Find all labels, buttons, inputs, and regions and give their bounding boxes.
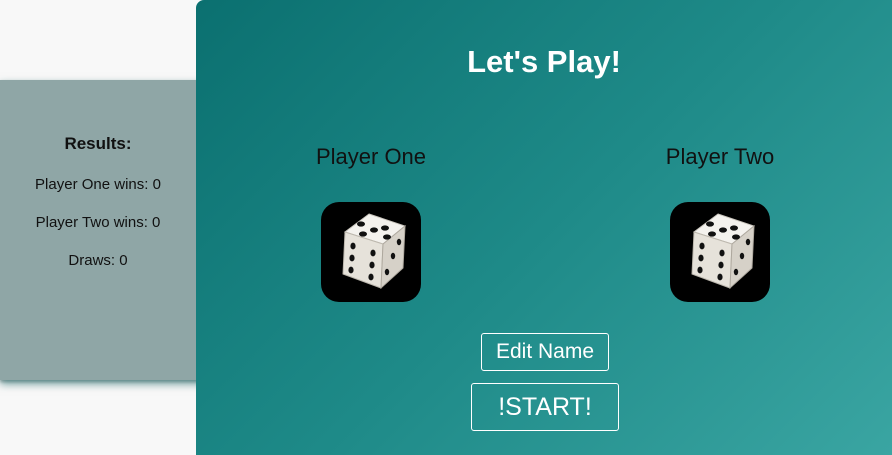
- player-two: Player Two: [620, 144, 820, 302]
- game-panel: Let's Play! Player One Player Two Edit N…: [196, 0, 892, 455]
- page: Results: Player One wins: 0 Player Two w…: [0, 0, 892, 455]
- dice-icon: [321, 202, 421, 302]
- dice-graphic: [691, 213, 756, 290]
- dice-icon: [670, 202, 770, 302]
- draws-count: Draws: 0: [68, 252, 128, 269]
- results-title: Results:: [64, 134, 132, 153]
- edit-name-button[interactable]: Edit Name: [481, 333, 609, 371]
- player-two-wins: Player Two wins: 0: [35, 214, 161, 231]
- start-button[interactable]: !START!: [471, 383, 619, 431]
- game-title: Let's Play!: [467, 44, 621, 79]
- results-content: Results: Player One wins: 0 Player Two w…: [0, 80, 196, 269]
- player-one: Player One: [271, 144, 471, 302]
- results-panel: Results: Player One wins: 0 Player Two w…: [0, 80, 210, 380]
- player-one-name: Player One: [315, 144, 427, 169]
- player-one-wins: Player One wins: 0: [35, 176, 161, 193]
- player-two-name: Player Two: [665, 144, 775, 169]
- dice-graphic: [342, 213, 407, 290]
